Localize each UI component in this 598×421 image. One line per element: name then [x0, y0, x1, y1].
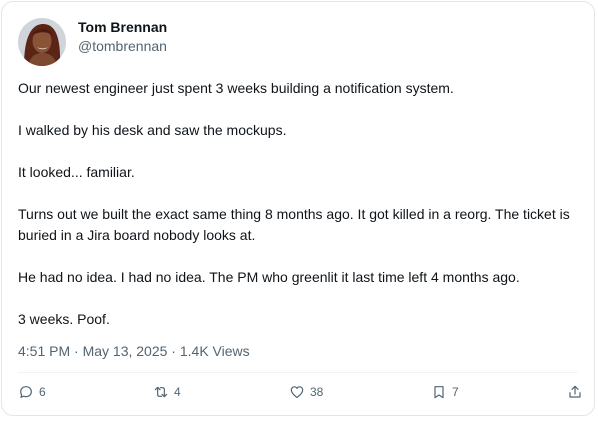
repost-button[interactable]: 4 — [153, 380, 181, 404]
post-paragraph: Turns out we built the exact same thing … — [18, 206, 570, 243]
post-paragraph: 3 weeks. Poof. — [18, 311, 110, 327]
post-paragraph: Our newest engineer just spent 3 weeks b… — [18, 80, 454, 96]
post-paragraph: I walked by his desk and saw the mockups… — [18, 122, 287, 138]
like-button[interactable]: 38 — [289, 380, 323, 404]
reply-button[interactable]: 6 — [18, 380, 46, 404]
author-name[interactable]: Tom Brennan — [78, 18, 167, 36]
avatar-image — [18, 18, 66, 66]
post-meta[interactable]: 4:51 PM · May 13, 2025 · 1.4K Views — [18, 342, 250, 360]
post-paragraph: It looked... familiar. — [18, 164, 135, 180]
bookmark-icon — [434, 386, 444, 399]
bookmark-button[interactable]: 7 — [431, 380, 459, 404]
divider — [18, 372, 578, 373]
share-icon — [569, 385, 581, 398]
reply-count: 6 — [39, 385, 46, 399]
author-handle[interactable]: @tombrennan — [78, 37, 167, 55]
heart-icon — [290, 386, 304, 398]
post-paragraph: He had no idea. I had no idea. The PM wh… — [18, 269, 520, 285]
avatar[interactable] — [18, 18, 66, 66]
share-button[interactable] — [567, 380, 583, 404]
reply-icon — [20, 386, 32, 398]
action-bar: 6 4 38 7 — [18, 380, 584, 404]
bookmark-count: 7 — [452, 385, 459, 399]
repost-icon — [154, 386, 168, 398]
post-card: Tom Brennan @tombrennan Our newest engin… — [1, 1, 595, 416]
post-body: Our newest engineer just spent 3 weeks b… — [18, 78, 578, 330]
like-count: 38 — [310, 385, 324, 399]
repost-count: 4 — [174, 385, 181, 399]
